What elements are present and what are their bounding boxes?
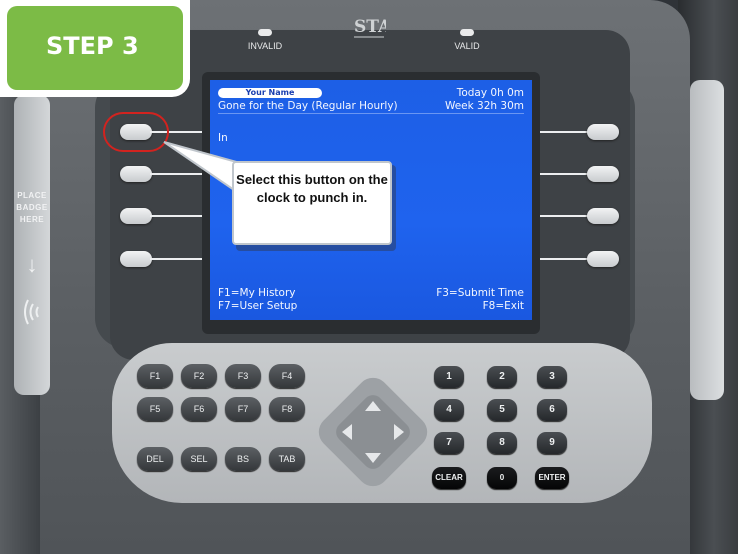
num-key-7[interactable]: 7 xyxy=(434,432,464,454)
soft-button-right-4[interactable] xyxy=(587,251,619,267)
num-key-5[interactable]: 5 xyxy=(487,399,517,421)
soft-button-right-1[interactable] xyxy=(587,124,619,140)
f5-key[interactable]: F5 xyxy=(137,397,173,421)
f4-key[interactable]: F4 xyxy=(269,364,305,388)
num-key-1[interactable]: 1 xyxy=(434,366,464,388)
sel-key[interactable]: SEL xyxy=(181,447,217,471)
num-key-6[interactable]: 6 xyxy=(537,399,567,421)
f2-key[interactable]: F2 xyxy=(181,364,217,388)
soft-button-left-3[interactable] xyxy=(120,208,152,224)
f1-label: F1=My History xyxy=(218,287,296,299)
f3-key[interactable]: F3 xyxy=(225,364,261,388)
step-label: STEP 3 xyxy=(46,32,139,60)
num-key-3[interactable]: 3 xyxy=(537,366,567,388)
stafl-logo-icon: STA xyxy=(354,17,386,38)
down-arrow-icon: ↓ xyxy=(26,252,38,277)
soft-button-line xyxy=(150,258,202,260)
num-key-2[interactable]: 2 xyxy=(487,366,517,388)
num-key-0[interactable]: 0 xyxy=(487,467,517,489)
soft-button-line xyxy=(540,131,590,133)
f8-label: F8=Exit xyxy=(482,300,524,312)
f7-key[interactable]: F7 xyxy=(225,397,261,421)
clear-key[interactable]: CLEAR xyxy=(432,467,466,489)
svg-text:STA: STA xyxy=(354,17,386,37)
dpad-arrows-icon[interactable] xyxy=(330,389,416,475)
week-hours: Week 32h 30m xyxy=(444,100,524,112)
soft-button-left-2[interactable] xyxy=(120,166,152,182)
bs-key[interactable]: BS xyxy=(225,447,261,471)
soft-button-line xyxy=(540,215,590,217)
enter-key[interactable]: ENTER xyxy=(535,467,569,489)
soft-button-line xyxy=(150,215,202,217)
right-handle xyxy=(690,80,724,400)
invalid-led-icon xyxy=(258,29,272,36)
invalid-label: INVALID xyxy=(247,41,283,51)
valid-led-icon xyxy=(460,29,474,36)
num-key-9[interactable]: 9 xyxy=(537,432,567,454)
instruction-callout: Select this button on the clock to punch… xyxy=(232,161,392,245)
f7-label: F7=User Setup xyxy=(218,300,298,312)
soft-button-left-4[interactable] xyxy=(120,251,152,267)
soft-button-line xyxy=(540,258,590,260)
num-key-4[interactable]: 4 xyxy=(434,399,464,421)
user-name: Your Name xyxy=(218,88,322,98)
status-text: Gone for the Day (Regular Hourly) xyxy=(218,100,398,112)
f8-key[interactable]: F8 xyxy=(269,397,305,421)
valid-label: VALID xyxy=(454,41,480,51)
header-divider xyxy=(218,113,524,114)
rfid-icon xyxy=(24,299,39,325)
f6-key[interactable]: F6 xyxy=(181,397,217,421)
soft-button-right-3[interactable] xyxy=(587,208,619,224)
del-key[interactable]: DEL xyxy=(137,447,173,471)
f1-key[interactable]: F1 xyxy=(137,364,173,388)
badge-label: PLACE BADGE HERE xyxy=(16,191,48,224)
f3-label: F3=Submit Time xyxy=(436,287,524,299)
soft-button-right-2[interactable] xyxy=(587,166,619,182)
soft-button-line xyxy=(540,173,590,175)
tab-key[interactable]: TAB xyxy=(269,447,305,471)
today-hours: Today 0h 0m xyxy=(456,87,524,99)
num-key-8[interactable]: 8 xyxy=(487,432,517,454)
